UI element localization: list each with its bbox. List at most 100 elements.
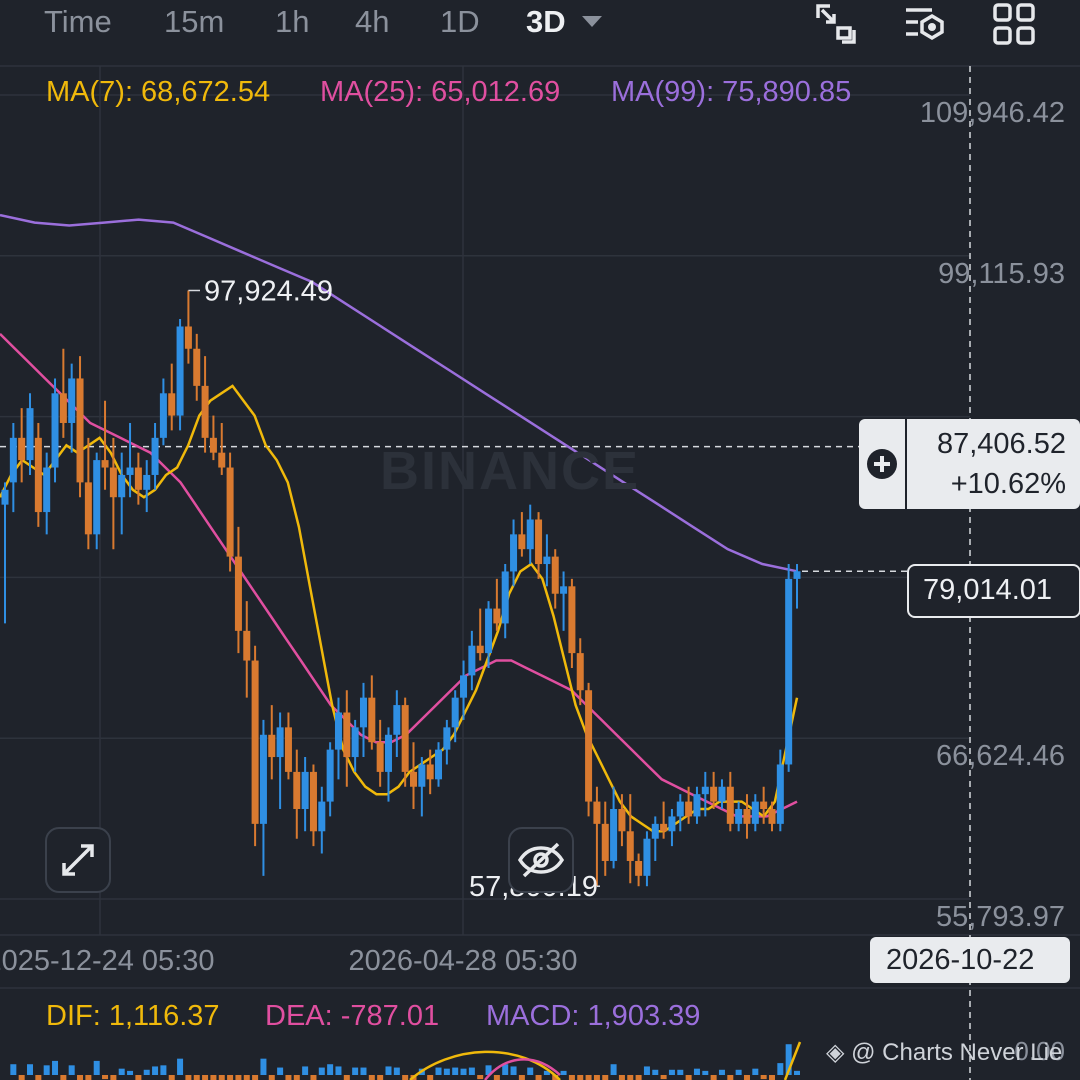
macd-histogram-bar (93, 1060, 100, 1075)
macd-histogram-bar (152, 1066, 159, 1075)
macd-histogram-bar (310, 1075, 317, 1080)
candle-body (234, 556, 242, 631)
candle-body (426, 764, 434, 780)
candle-body (184, 326, 192, 349)
macd-histogram-bar (318, 1067, 325, 1075)
macd-histogram-bar (460, 1068, 467, 1075)
candle-body (476, 645, 484, 654)
candle-body (243, 630, 251, 661)
candle-body (726, 786, 734, 824)
candle-body (485, 608, 493, 654)
macd-histogram-bar (652, 1069, 659, 1075)
macd-histogram-bar (568, 1075, 575, 1080)
candle-body (201, 385, 209, 438)
macd-histogram-bar (435, 1067, 442, 1075)
macd-histogram-bar (360, 1067, 367, 1075)
macd-histogram-bar (68, 1065, 75, 1075)
candle-body (601, 823, 609, 861)
high-price-label: 97,924.49 (204, 275, 333, 307)
candle-body (401, 705, 409, 772)
candle-body (685, 801, 693, 817)
candle-body (301, 771, 309, 810)
candle-body (326, 749, 334, 802)
callout-divider (905, 419, 907, 509)
candle-body (101, 460, 109, 468)
macd-histogram-bar (635, 1075, 642, 1080)
candle-body (443, 727, 451, 750)
x-tick-label: 2026-04-28 05:30 (349, 945, 578, 977)
macd-histogram-bar (643, 1066, 650, 1075)
macd-histogram-bar (277, 1067, 284, 1075)
crosshair-price: 87,406.52 (936, 428, 1066, 460)
plus-circle-icon[interactable] (867, 449, 897, 479)
candle-body (118, 474, 126, 498)
macd-histogram-bar (510, 1066, 517, 1075)
macd-histogram-bar (210, 1075, 217, 1080)
candle-body (793, 571, 801, 579)
current-price-value: 79,014.01 (923, 574, 1053, 606)
macd-histogram-bar (235, 1075, 242, 1080)
macd-histogram-bar (727, 1075, 734, 1080)
price-chart[interactable]: 109,946.4299,115.9388,285.4477,454.9566,… (0, 0, 1080, 1080)
macd-histogram-bar (135, 1075, 142, 1080)
macd-histogram-bar (743, 1075, 750, 1080)
macd-histogram-bar (560, 1070, 567, 1075)
macd-histogram-bar (518, 1075, 525, 1080)
macd-histogram-bar (335, 1066, 342, 1075)
candle-body (743, 809, 751, 824)
macd-histogram-bar (443, 1068, 450, 1075)
candle-body (668, 816, 676, 832)
macd-histogram-bar (343, 1075, 350, 1080)
macd-histogram-bar (702, 1070, 709, 1075)
macd-histogram-bar (293, 1075, 300, 1080)
candle-body (535, 519, 543, 565)
macd-histogram-bar (668, 1069, 675, 1075)
macd-histogram-bar (127, 1070, 134, 1075)
x-tick-label: 2025-12-24 05:30 (0, 945, 214, 977)
macd-histogram-bar (693, 1068, 700, 1075)
credit-text: @ Charts Never Lie (851, 1039, 1063, 1066)
candle-body (643, 838, 651, 876)
candle-body (259, 734, 267, 824)
crosshair-price-label[interactable]: 87,406.52 +10.62% (859, 419, 1080, 509)
eye-off-icon (517, 842, 565, 878)
macd-histogram-bar (160, 1065, 167, 1075)
candle-body (551, 556, 559, 594)
macd-histogram-bar (177, 1058, 184, 1075)
candle-body (560, 586, 568, 594)
macd-histogram-bar (327, 1064, 334, 1075)
expand-button[interactable] (45, 827, 111, 893)
candle-body (760, 801, 768, 810)
macd-histogram-bar (602, 1075, 609, 1080)
macd-histogram-bar (118, 1068, 125, 1075)
macd-histogram-bar (618, 1075, 625, 1080)
macd-histogram-bar (385, 1066, 392, 1075)
macd-histogram-bar (377, 1075, 384, 1080)
ma25-line (0, 333, 798, 818)
macd-histogram-bar (718, 1069, 725, 1075)
crosshair-date: 2026-10-22 (886, 944, 1035, 976)
candle-body (84, 482, 92, 535)
macd-histogram-bar (18, 1075, 25, 1080)
macd-histogram-bar (27, 1064, 34, 1075)
macd-histogram-bar (610, 1064, 617, 1075)
credit-watermark: ◈ @ Charts Never Lie (826, 1038, 1062, 1067)
candle-body (693, 794, 701, 817)
candle-body (34, 437, 42, 513)
expand-icon (62, 844, 94, 876)
macd-legend: MACD: 1,903.39 (486, 1000, 701, 1032)
candle-body (618, 809, 626, 832)
binance-diamond-icon: ◈ (826, 1039, 845, 1066)
macd-histogram-bar (218, 1075, 225, 1080)
candle-body (501, 571, 509, 624)
candle-body (435, 749, 443, 780)
hide-indicators-button[interactable] (508, 827, 574, 893)
candle-body (309, 771, 317, 832)
macd-histogram-bar (193, 1075, 200, 1080)
candle-body (493, 608, 501, 624)
candle-body (510, 534, 518, 572)
macd-histogram-bar (493, 1075, 500, 1080)
candle-body (368, 697, 376, 743)
candle-body (1, 489, 9, 505)
candle-body (384, 734, 392, 772)
